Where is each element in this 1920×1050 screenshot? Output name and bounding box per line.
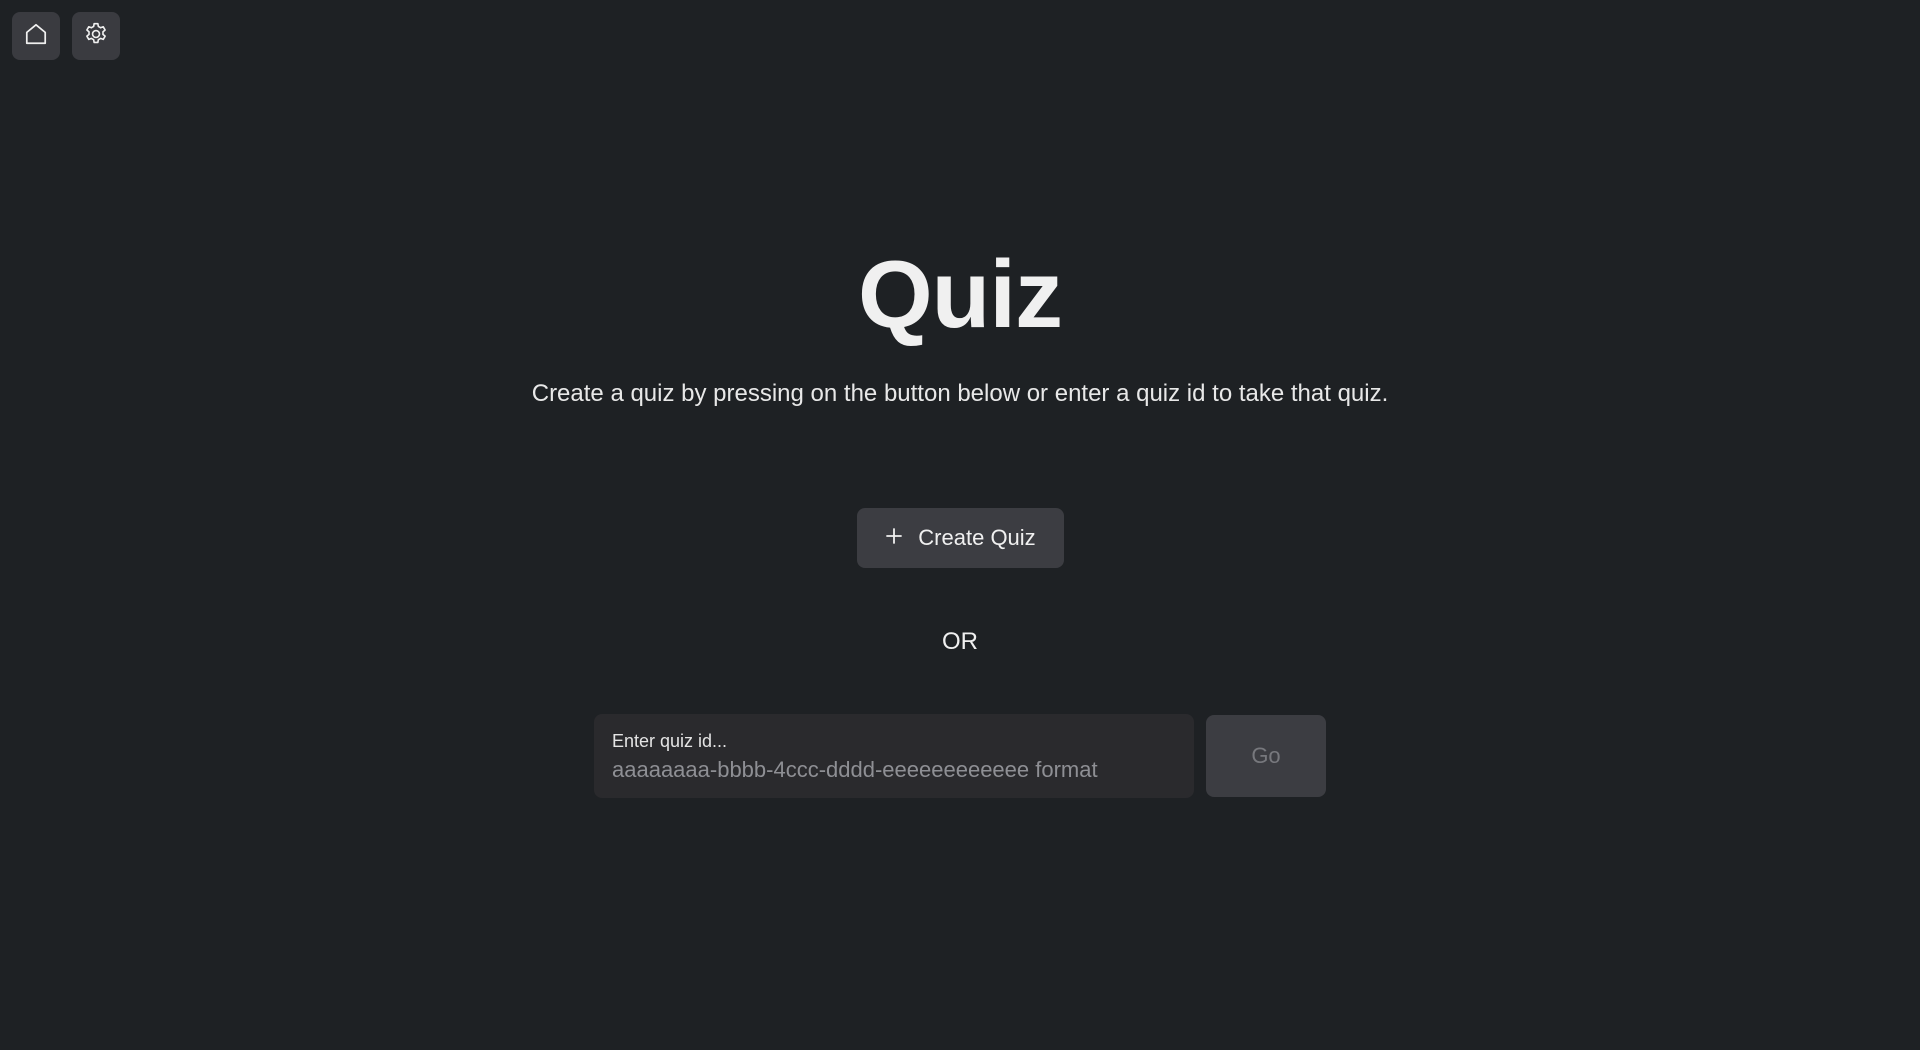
quiz-id-input-container[interactable]: Enter quiz id... <box>594 714 1194 798</box>
quiz-id-row: Enter quiz id... Go <box>594 714 1326 798</box>
quiz-id-input[interactable] <box>612 757 1176 783</box>
create-quiz-button[interactable]: Create Quiz <box>856 508 1064 568</box>
create-quiz-label: Create Quiz <box>918 525 1036 550</box>
quiz-id-label: Enter quiz id... <box>612 731 728 751</box>
plus-icon <box>884 526 904 551</box>
page-subtitle: Create a quiz by pressing on the button … <box>531 380 1389 407</box>
page-title: Quiz <box>858 241 1063 348</box>
go-button[interactable]: Go <box>1206 715 1326 797</box>
or-divider-text: OR <box>942 628 978 655</box>
main-content: Quiz Create a quiz by pressing on the bu… <box>0 0 1920 798</box>
